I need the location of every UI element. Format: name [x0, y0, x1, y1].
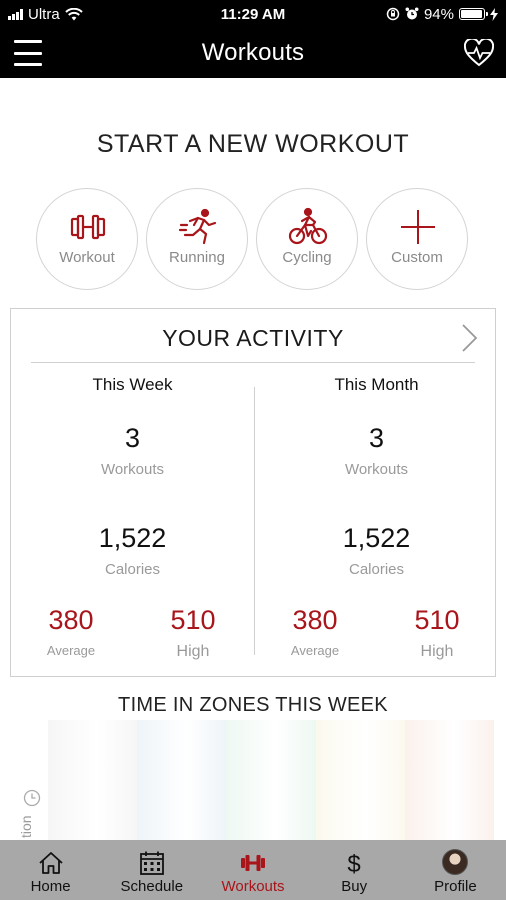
avatar	[442, 849, 469, 875]
month-average-label: Average	[290, 643, 340, 658]
signal-icon	[8, 8, 23, 20]
week-calories-value: 1,522	[98, 523, 167, 553]
this-week-column: This Week 3 Workouts 1,522 Calories 380 …	[11, 375, 254, 665]
clock-icon	[23, 789, 41, 807]
week-average-label: Average	[46, 643, 96, 658]
running-button-label: Running	[169, 249, 225, 266]
zone-band	[404, 720, 495, 840]
cycling-button[interactable]: Cycling	[256, 188, 358, 290]
heart-pulse-icon[interactable]	[464, 39, 494, 67]
week-average-value: 380	[48, 605, 94, 635]
chevron-right-icon[interactable]	[459, 323, 479, 353]
home-icon	[38, 852, 63, 874]
page-title: Workouts	[201, 39, 305, 66]
cyclist-icon	[288, 207, 328, 245]
tab-schedule[interactable]: Schedule	[101, 840, 202, 900]
calendar-icon	[139, 851, 164, 875]
month-high-value: 510	[414, 605, 460, 635]
time-in-zones-heading: TIME IN ZONES THIS WEEK	[118, 694, 388, 716]
battery-icon	[459, 8, 488, 20]
month-average-value: 380	[292, 605, 338, 635]
zone-band	[226, 720, 316, 840]
status-bar-left: Ultra	[8, 6, 83, 23]
workout-button-label: Workout	[59, 249, 115, 266]
tab-home-label: Home	[30, 878, 71, 895]
running-button[interactable]: Running	[146, 188, 248, 290]
wifi-icon	[64, 7, 83, 20]
tab-bar: Home Schedule Workouts $ Buy Profile	[0, 840, 506, 900]
status-bar: Ultra 11:29 AM 94%	[0, 0, 506, 28]
this-month-title: This Month	[334, 375, 419, 394]
month-high-label: High	[420, 643, 454, 660]
rotation-lock-icon	[386, 7, 400, 21]
this-week-title: This Week	[92, 375, 173, 394]
dumbbell-icon	[70, 214, 106, 240]
carrier-name: Ultra	[28, 5, 60, 23]
app-header: Workouts	[0, 28, 506, 78]
svg-text:$: $	[348, 851, 361, 877]
workout-type-buttons: Workout Running Cycling Custom	[36, 188, 470, 292]
tab-schedule-label: Schedule	[120, 878, 184, 895]
zones-axis-label: tion	[18, 815, 34, 838]
zone-band	[48, 720, 138, 840]
week-workouts-label: Workouts	[100, 461, 165, 478]
week-calories-label: Calories	[104, 561, 161, 578]
week-high-value: 510	[170, 605, 216, 635]
month-workouts-label: Workouts	[344, 461, 409, 478]
tab-profile-label: Profile	[434, 878, 477, 895]
tab-buy[interactable]: $ Buy	[304, 840, 405, 900]
custom-button-label: Custom	[391, 249, 443, 266]
workout-button[interactable]: Workout	[36, 188, 138, 290]
dollar-icon: $	[348, 851, 361, 877]
month-calories-label: Calories	[348, 561, 405, 578]
zone-band	[315, 720, 405, 840]
month-workouts-value: 3	[368, 423, 385, 453]
battery-percent: 94%	[423, 5, 454, 23]
zone-band	[137, 720, 227, 840]
runner-icon	[178, 208, 217, 245]
alarm-icon	[405, 7, 419, 20]
start-workout-heading: START A NEW WORKOUT	[96, 130, 410, 158]
activity-card-title: YOUR ACTIVITY	[162, 325, 344, 351]
tab-home[interactable]: Home	[0, 840, 101, 900]
tab-workouts-label: Workouts	[221, 878, 285, 895]
activity-card[interactable]: YOUR ACTIVITY This Week 3 Workouts 1,522…	[10, 308, 496, 677]
custom-button[interactable]: Custom	[366, 188, 468, 290]
tab-profile[interactable]: Profile	[405, 840, 506, 900]
cycling-button-label: Cycling	[282, 249, 332, 266]
week-workouts-value: 3	[124, 423, 141, 453]
plus-icon	[401, 210, 435, 244]
status-bar-right: 94%	[386, 6, 498, 23]
this-month-column: This Month 3 Workouts 1,522 Calories 380…	[255, 375, 498, 665]
tab-buy-label: Buy	[341, 878, 368, 895]
week-high-label: High	[176, 643, 210, 660]
charging-bolt-icon	[490, 7, 498, 21]
month-calories-value: 1,522	[342, 523, 411, 553]
tab-workouts[interactable]: Workouts	[202, 840, 303, 900]
dumbbell-icon	[241, 855, 265, 871]
divider	[31, 362, 475, 363]
zones-chart	[48, 720, 495, 840]
